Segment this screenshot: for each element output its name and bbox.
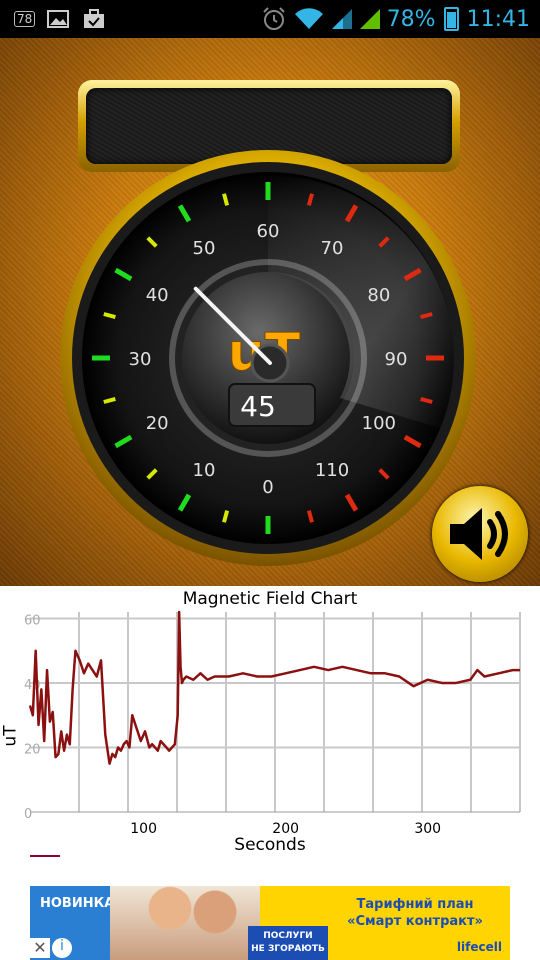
- speaker-volume-icon: [450, 508, 508, 560]
- chart-y-axis-label: uT: [0, 725, 21, 747]
- gauge-scale-label: 40: [146, 285, 169, 306]
- gauge-scale-label: 20: [146, 413, 169, 434]
- gauge-readout: 45: [240, 390, 276, 423]
- chart-x-axis-label: Seconds: [234, 835, 306, 855]
- ad-brand: lifecell: [456, 940, 502, 954]
- gauge-scale-label: 100: [362, 413, 396, 434]
- gauge-scale-label: 60: [257, 221, 280, 242]
- gauge-scale-label: 110: [315, 460, 349, 481]
- image-icon: [47, 10, 70, 28]
- ad-tariff: Тарифний план «Смарт контракт»: [330, 896, 500, 930]
- clock: 11:41: [466, 6, 530, 32]
- gauge-scale-label: 70: [321, 238, 344, 259]
- ad-badge: НОВИНКА: [40, 896, 115, 911]
- signal-icon: [331, 9, 352, 29]
- alarm-icon: [262, 7, 285, 30]
- ad-banner[interactable]: НОВИНКА ПОСЛУГИ НЕ ЗГОРАЮТЬ Тарифний пла…: [0, 882, 540, 960]
- status-bar: 78 78% 11:41: [0, 0, 540, 38]
- sound-toggle-button[interactable]: [432, 486, 528, 582]
- signal-icon: [359, 9, 380, 29]
- status-right: 78% 11:41: [261, 0, 530, 38]
- gauge-scale-label: 90: [385, 349, 408, 370]
- gauge-scale-label: 10: [193, 460, 216, 481]
- ad-tariff-line2: «Смарт контракт»: [347, 914, 483, 929]
- battery-icon: [443, 7, 459, 31]
- gauge-scale-label: 50: [193, 238, 216, 259]
- ad-service-line2: НЕ ЗГОРАЮТЬ: [251, 944, 325, 954]
- briefcase-check-icon: [84, 9, 105, 28]
- ad-tariff-line1: Тарифний план: [356, 897, 474, 912]
- wifi-icon: [294, 8, 323, 30]
- ad-service-line1: ПОСЛУГИ: [263, 931, 313, 941]
- notification-badge: 78: [14, 11, 36, 27]
- battery-percent: 78%: [386, 6, 436, 32]
- ad-image[interactable]: НОВИНКА ПОСЛУГИ НЕ ЗГОРАЮТЬ Тарифний пла…: [30, 886, 510, 960]
- chart-title: Magnetic Field Chart: [182, 589, 358, 609]
- notification-area: 78: [14, 0, 105, 38]
- ad-service-block: ПОСЛУГИ НЕ ЗГОРАЮТЬ: [248, 926, 328, 960]
- ad-photo: [110, 886, 260, 960]
- ad-info-icon[interactable]: i: [52, 938, 72, 958]
- ad-close-icon[interactable]: ✕: [30, 938, 50, 958]
- gauge-scale-label: 0: [262, 477, 273, 498]
- gauge-scale-label: 30: [129, 349, 152, 370]
- chart-legend-line: [30, 855, 60, 857]
- gauge-scale-label: 80: [367, 285, 390, 306]
